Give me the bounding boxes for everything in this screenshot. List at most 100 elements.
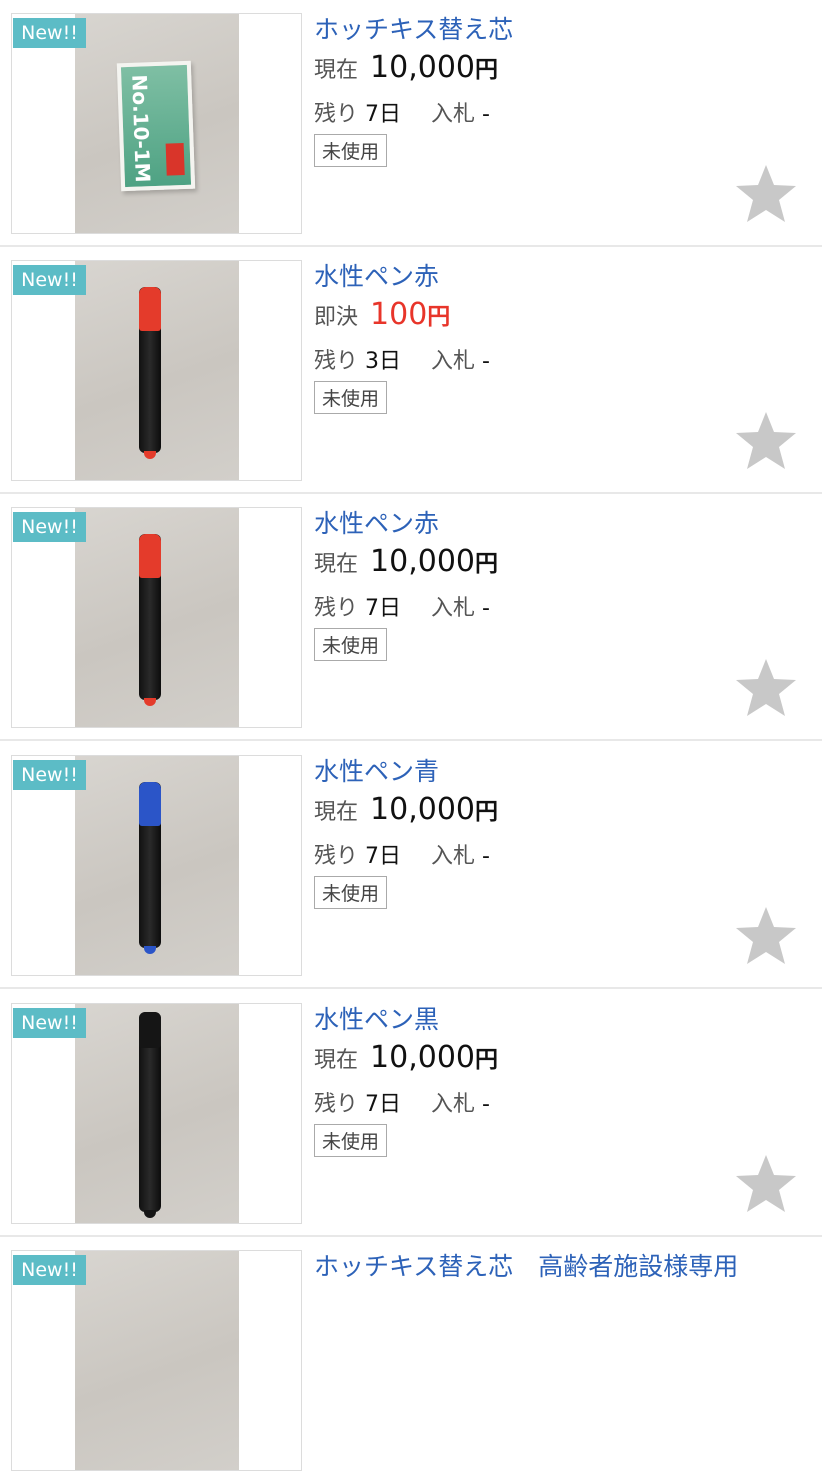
price-label: 現在 [314, 800, 359, 825]
price-label: 現在 [314, 552, 359, 577]
remaining-label: 残り [314, 349, 359, 374]
bids-value: - [482, 844, 490, 869]
price-label: 現在 [314, 58, 359, 83]
marker-pen-image [139, 782, 161, 954]
remaining-label: 残り [314, 1092, 359, 1117]
remaining-value: 7日 [365, 596, 402, 621]
auction-item[interactable]: New!! 水性ペン赤即決 100円残り 3日 入札 - 未使用 [0, 247, 822, 494]
price-unit: 円 [427, 304, 451, 330]
price-value: 100円 [370, 297, 450, 332]
item-title-link[interactable]: ホッチキス替え芯 高齢者施設様専用 [314, 1247, 738, 1283]
star-icon[interactable] [734, 657, 798, 719]
auction-item[interactable]: New!! 水性ペン黒現在 10,000円 残り 7日 入札 - 未使用 [0, 990, 822, 1237]
price-value: 10,000円 [370, 792, 498, 827]
price-number: 10,000 [370, 792, 475, 827]
pen-end [144, 1210, 156, 1218]
remaining-label: 残り [314, 102, 359, 127]
pen-cap [139, 534, 161, 578]
item-photo [75, 1251, 239, 1470]
price-row: 現在 10,000円 [314, 50, 498, 85]
price-unit: 円 [475, 57, 498, 83]
item-photo: No.10-1M [75, 14, 239, 233]
bids-value: - [482, 102, 490, 127]
item-meta: 残り 3日 入札 - [314, 343, 490, 375]
pen-end [144, 451, 156, 459]
item-photo [75, 508, 239, 727]
item-thumbnail[interactable]: New!! [11, 507, 302, 728]
pen-cap [139, 287, 161, 331]
auction-item[interactable]: New!! ホッチキス替え芯 高齢者施設様専用 [0, 1237, 822, 1484]
item-title-link[interactable]: 水性ペン赤 [314, 257, 439, 293]
pen-cap [139, 782, 161, 826]
bids-value: - [482, 1092, 490, 1117]
bids-value: - [482, 349, 490, 374]
item-photo [75, 756, 239, 975]
price-row: 現在 10,000円 [314, 1040, 498, 1075]
item-thumbnail[interactable]: New!! [11, 260, 302, 481]
item-title-link[interactable]: ホッチキス替え芯 [314, 10, 513, 46]
auction-item[interactable]: New!! 水性ペン青 現在 10,000円 残り 7日 入札 - 未使用 [0, 742, 822, 989]
pen-end [144, 946, 156, 954]
star-icon[interactable] [734, 1153, 798, 1215]
condition-tag: 未使用 [314, 134, 388, 167]
new-badge: New!! [13, 1255, 86, 1285]
item-title-link[interactable]: 水性ペン黒 [314, 1000, 439, 1036]
item-photo [75, 1004, 239, 1223]
price-value: 10,000円 [370, 1040, 498, 1075]
item-thumbnail[interactable]: New!! [11, 1003, 302, 1224]
price-number: 10,000 [370, 1040, 475, 1075]
remaining-label: 残り [314, 844, 359, 869]
star-icon[interactable] [734, 905, 798, 967]
price-row: 即決 100円 [314, 297, 450, 332]
price-value: 10,000円 [370, 544, 498, 579]
auction-item[interactable]: New!! 水性ペン赤 現在 10,000円 残り 7日 入札 - 未使用 [0, 494, 822, 741]
item-title-link[interactable]: 水性ペン赤 [314, 504, 439, 540]
item-thumbnail[interactable]: New!! [11, 755, 302, 976]
item-thumbnail[interactable]: New!! [11, 1250, 302, 1471]
condition-tag: 未使用 [314, 1124, 388, 1157]
price-value: 10,000円 [370, 50, 498, 85]
item-photo [75, 261, 239, 480]
condition-tag: 未使用 [314, 628, 388, 661]
item-meta: 残り 7日 入札 - [314, 96, 490, 128]
price-row: 現在 10,000円 [314, 792, 498, 827]
row-divider [0, 739, 822, 741]
box-label: No.10-1M [127, 74, 155, 183]
new-badge: New!! [13, 265, 86, 295]
new-badge: New!! [13, 1008, 86, 1038]
item-title-link[interactable]: 水性ペン青 [314, 752, 439, 788]
remaining-value: 3日 [365, 349, 402, 374]
price-unit: 円 [475, 1047, 498, 1073]
price-number: 10,000 [370, 544, 475, 579]
new-badge: New!! [13, 512, 86, 542]
item-thumbnail[interactable]: No.10-1M New!! [11, 13, 302, 234]
price-label: 即決 [314, 305, 359, 330]
marker-pen-image [139, 534, 161, 706]
staple-box-image: No.10-1M [116, 60, 196, 192]
item-meta: 残り 7日 入札 - [314, 590, 490, 622]
marker-pen-image [139, 1012, 161, 1218]
pen-end [144, 698, 156, 706]
brand-mark [165, 143, 185, 176]
price-unit: 円 [475, 551, 498, 577]
price-row: 現在 10,000円 [314, 544, 498, 579]
marker-pen-image [139, 287, 161, 459]
bids-label: 入札 [431, 596, 476, 621]
condition-tag: 未使用 [314, 381, 388, 414]
price-number: 100 [370, 297, 428, 332]
new-badge: New!! [13, 18, 86, 48]
remaining-label: 残り [314, 596, 359, 621]
price-unit: 円 [475, 799, 498, 825]
star-icon[interactable] [734, 163, 798, 225]
remaining-value: 7日 [365, 844, 402, 869]
new-badge: New!! [13, 760, 86, 790]
bids-label: 入札 [431, 1092, 476, 1117]
star-icon[interactable] [734, 410, 798, 472]
condition-tag: 未使用 [314, 876, 388, 909]
pen-cap [139, 1012, 161, 1048]
item-meta: 残り 7日 入札 - [314, 1086, 490, 1118]
row-divider [0, 987, 822, 989]
auction-item[interactable]: No.10-1M New!! ホッチキス替え芯現在 10,000円残り 7日 入札 - 未… [0, 0, 822, 247]
bids-label: 入札 [431, 844, 476, 869]
remaining-value: 7日 [365, 102, 402, 127]
